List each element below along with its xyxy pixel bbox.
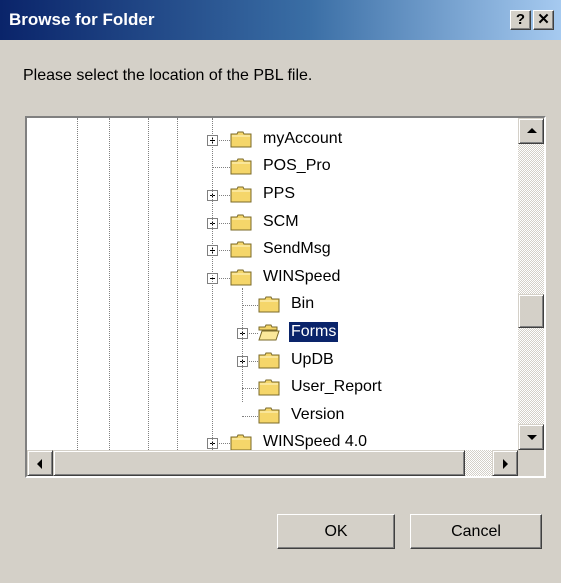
tree-connector — [242, 388, 258, 389]
cancel-button[interactable]: Cancel — [410, 514, 542, 549]
folder-icon — [230, 269, 252, 286]
scroll-down-button[interactable] — [518, 424, 544, 450]
tree-item-label[interactable]: User_Report — [289, 377, 384, 397]
title-bar[interactable]: Browse for Folder ? ✕ — [0, 0, 561, 40]
horizontal-scroll-thumb[interactable] — [53, 450, 465, 476]
tree-item-label[interactable]: SCM — [261, 212, 301, 232]
vertical-scrollbar[interactable] — [518, 118, 544, 450]
scroll-left-button[interactable] — [27, 450, 53, 476]
tree-connector — [242, 305, 258, 306]
folder-tree[interactable]: myAccount POS_Pro PPS SCM SendMsg WINSpeed Bin… — [25, 116, 546, 478]
scroll-up-button[interactable] — [518, 118, 544, 144]
window-title: Browse for Folder — [9, 10, 155, 29]
folder-icon — [230, 131, 252, 148]
tree-item-label[interactable]: PPS — [261, 184, 297, 204]
tree-connector — [242, 416, 258, 417]
tree-guide-line — [148, 118, 149, 450]
tree-item-label[interactable]: SendMsg — [261, 239, 333, 259]
tree-connector — [242, 288, 243, 402]
scroll-right-button[interactable] — [492, 450, 518, 476]
tree-connector — [212, 167, 230, 168]
tree-item-label[interactable]: myAccount — [261, 129, 344, 149]
folder-tree-viewport[interactable]: myAccount POS_Pro PPS SCM SendMsg WINSpeed Bin… — [27, 118, 518, 450]
tree-guide-line — [109, 118, 110, 450]
scrollbar-corner — [518, 450, 544, 476]
folder-icon — [230, 186, 252, 203]
tree-item-label[interactable]: UpDB — [289, 350, 336, 370]
instruction-text: Please select the location of the PBL fi… — [23, 67, 313, 84]
tree-item-label[interactable]: WINSpeed — [261, 267, 342, 287]
close-button[interactable]: ✕ — [533, 10, 554, 30]
tree-guide-line — [177, 118, 178, 450]
open-folder-icon — [258, 324, 280, 341]
browse-for-folder-dialog: Browse for Folder ? ✕ Please select the … — [0, 0, 561, 583]
tree-connector — [212, 118, 213, 450]
tree-item-label[interactable]: WINSpeed 4.0 — [261, 432, 369, 450]
folder-icon — [230, 158, 252, 175]
tree-item-label[interactable]: Version — [289, 405, 346, 425]
vertical-scroll-thumb[interactable] — [518, 294, 544, 328]
tree-item-label[interactable]: Bin — [289, 294, 316, 314]
folder-icon — [258, 352, 280, 369]
left-arrow-icon — [37, 459, 42, 469]
up-arrow-icon — [527, 128, 537, 133]
tree-item-label[interactable]: POS_Pro — [261, 156, 333, 176]
folder-icon — [258, 296, 280, 313]
folder-icon — [258, 379, 280, 396]
folder-icon — [230, 241, 252, 258]
folder-icon — [230, 214, 252, 231]
down-arrow-icon — [527, 435, 537, 440]
horizontal-scrollbar[interactable] — [27, 450, 518, 476]
tree-guide-line — [77, 118, 78, 450]
help-button[interactable]: ? — [510, 10, 531, 30]
right-arrow-icon — [503, 459, 508, 469]
ok-button[interactable]: OK — [277, 514, 395, 549]
folder-icon — [230, 434, 252, 450]
tree-item-label[interactable]: Forms — [289, 322, 339, 342]
folder-icon — [258, 407, 280, 424]
